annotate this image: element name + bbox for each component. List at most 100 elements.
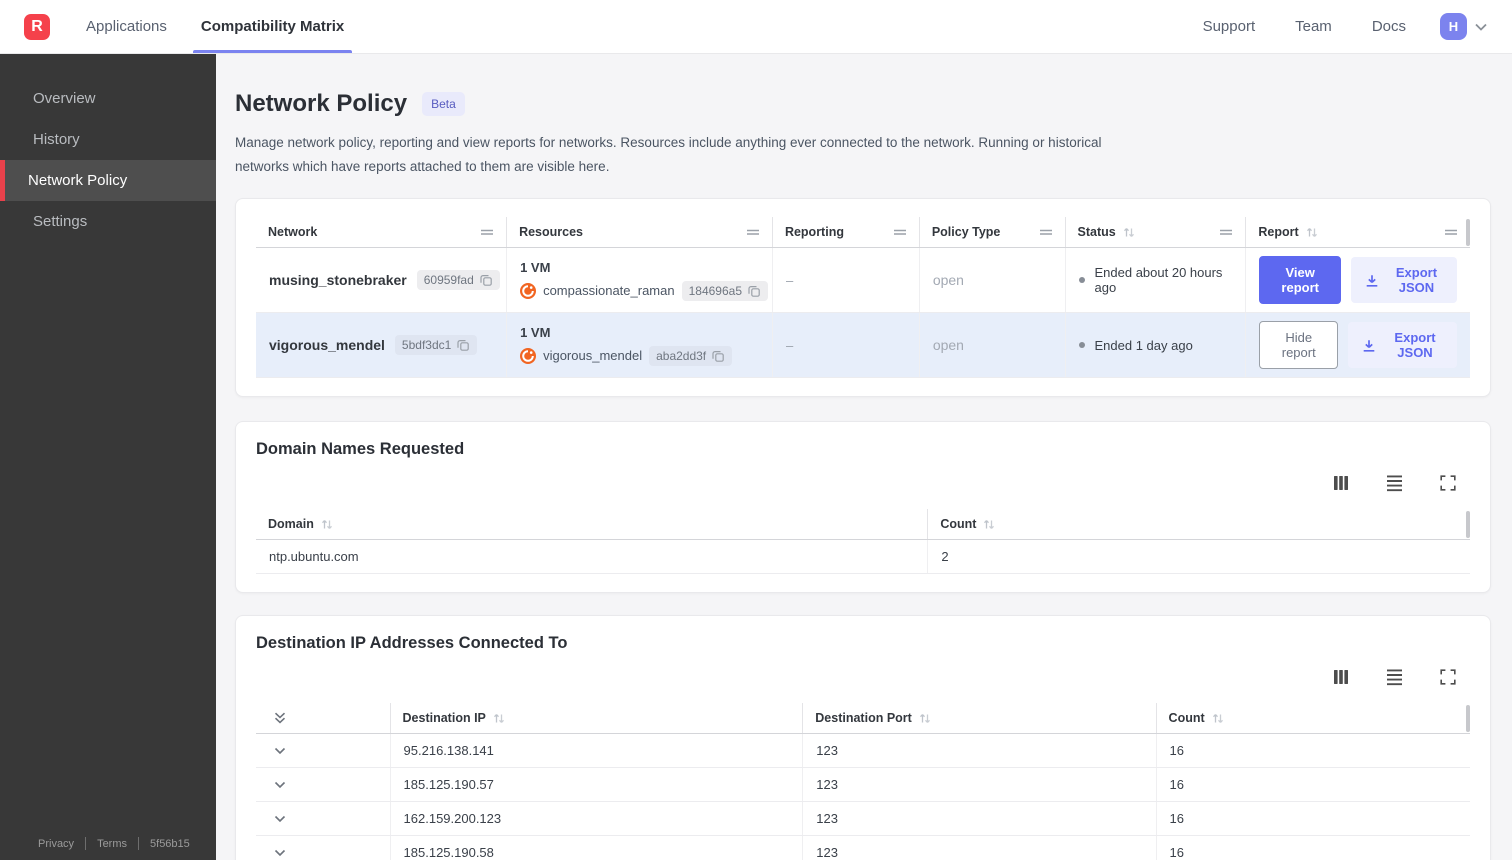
status-dot-icon bbox=[1078, 277, 1085, 284]
top-navbar: R Applications Compatibility Matrix Supp… bbox=[0, 0, 1512, 54]
nav-link-docs[interactable]: Docs bbox=[1372, 18, 1406, 35]
sort-arrows-icon[interactable] bbox=[1211, 712, 1225, 724]
sort-arrows-icon[interactable] bbox=[1305, 226, 1319, 238]
column-menu-icon[interactable] bbox=[893, 226, 907, 238]
column-menu-icon[interactable] bbox=[746, 226, 760, 238]
port-cell: 123 bbox=[802, 768, 1155, 802]
scrollbar[interactable] bbox=[1466, 705, 1470, 733]
export-json-button[interactable]: Export JSON bbox=[1348, 322, 1457, 369]
column-header-domain: Domain bbox=[256, 509, 927, 539]
double-chevron-down-icon[interactable] bbox=[273, 711, 287, 725]
divider bbox=[138, 837, 140, 850]
chevron-down-icon[interactable] bbox=[273, 846, 287, 860]
sidebar-footer: Privacy Terms 5f56b15 bbox=[0, 837, 216, 850]
columns-icon[interactable] bbox=[1333, 669, 1349, 685]
hide-report-button[interactable]: Hide report bbox=[1259, 321, 1339, 370]
build-version: 5f56b15 bbox=[150, 837, 190, 850]
column-header-reporting: Reporting bbox=[771, 217, 919, 248]
expand-row-cell bbox=[256, 836, 390, 860]
nav-tab-compatibility-matrix[interactable]: Compatibility Matrix bbox=[192, 0, 353, 53]
network-name: musing_stonebraker bbox=[269, 272, 407, 289]
domain-cell: ntp.ubuntu.com bbox=[269, 549, 359, 565]
column-menu-icon[interactable] bbox=[480, 226, 494, 238]
count-cell: 16 bbox=[1155, 734, 1470, 768]
chevron-down-icon[interactable] bbox=[273, 778, 287, 792]
resources-cell: 1 VM compassionate_raman 184696a5 bbox=[506, 248, 772, 313]
count-cell: 16 bbox=[1155, 768, 1470, 802]
fullscreen-icon[interactable] bbox=[1440, 669, 1456, 685]
chevron-down-icon[interactable] bbox=[1474, 20, 1488, 34]
copy-icon[interactable] bbox=[456, 338, 470, 352]
count-cell: 16 bbox=[1155, 802, 1470, 836]
domain-names-card: Domain Names Requested Domain Count ntp.… bbox=[235, 421, 1491, 594]
vm-hash-pill[interactable]: 184696a5 bbox=[681, 280, 768, 301]
app-logo[interactable]: R bbox=[24, 13, 50, 40]
vm-hash-pill[interactable]: aba2dd3f bbox=[649, 345, 733, 366]
chevron-down-icon[interactable] bbox=[273, 744, 287, 758]
policy-type-cell: open bbox=[918, 313, 1065, 378]
avatar[interactable]: H bbox=[1440, 13, 1467, 40]
export-json-button[interactable]: Export JSON bbox=[1351, 257, 1457, 304]
sort-arrows-icon[interactable] bbox=[320, 518, 334, 530]
ip-cell: 185.125.190.58 bbox=[389, 836, 803, 860]
vm-name: compassionate_raman bbox=[543, 283, 675, 299]
destination-ip-table: Destination IP Destination Port Count 95… bbox=[256, 703, 1470, 860]
view-report-button[interactable]: View report bbox=[1259, 256, 1341, 305]
network-hash-pill[interactable]: 5bdf3dc1 bbox=[394, 335, 478, 356]
column-menu-icon[interactable] bbox=[1219, 226, 1234, 238]
vm-name: vigorous_mendel bbox=[543, 348, 643, 364]
table-toolbar bbox=[256, 653, 1470, 703]
sort-arrows-icon[interactable] bbox=[492, 712, 506, 724]
column-header-destination-ip: Destination IP bbox=[389, 703, 803, 734]
sidebar-item-history[interactable]: History bbox=[0, 119, 216, 160]
column-header-status: Status bbox=[1064, 217, 1246, 248]
ip-cell: 185.125.190.57 bbox=[389, 768, 803, 802]
column-menu-icon[interactable] bbox=[1038, 226, 1053, 238]
status-text: Ended 1 day ago bbox=[1094, 337, 1193, 353]
resources-count: 1 VM bbox=[520, 324, 551, 340]
nav-link-team[interactable]: Team bbox=[1295, 18, 1332, 35]
nav-link-support[interactable]: Support bbox=[1203, 18, 1256, 35]
scrollbar[interactable] bbox=[1466, 511, 1470, 539]
sort-arrows-icon[interactable] bbox=[1122, 226, 1136, 238]
column-menu-icon[interactable] bbox=[1444, 226, 1458, 238]
terms-link[interactable]: Terms bbox=[97, 838, 127, 850]
network-hash-pill[interactable]: 60959fad bbox=[416, 270, 500, 291]
port-cell: 123 bbox=[802, 802, 1155, 836]
copy-icon[interactable] bbox=[747, 284, 761, 298]
ip-table-row: 185.125.190.58 123 16 bbox=[256, 836, 1470, 860]
expand-row-cell bbox=[256, 802, 390, 835]
status-cell: Ended 1 day ago bbox=[1064, 313, 1246, 378]
ip-table-row: 162.159.200.123 123 16 bbox=[256, 802, 1470, 837]
sort-arrows-icon[interactable] bbox=[982, 518, 996, 530]
sidebar-item-settings[interactable]: Settings bbox=[0, 201, 216, 242]
rows-icon[interactable] bbox=[1386, 474, 1403, 492]
network-table-header: Network Resources Reporting Policy Type … bbox=[256, 217, 1470, 249]
card-title: Domain Names Requested bbox=[256, 440, 465, 459]
fullscreen-icon[interactable] bbox=[1440, 475, 1456, 491]
report-cell: Hide report Export JSON bbox=[1245, 313, 1470, 378]
ip-cell: 162.159.200.123 bbox=[389, 802, 803, 836]
status-text: Ended about 20 hours ago bbox=[1094, 265, 1223, 296]
columns-icon[interactable] bbox=[1333, 475, 1349, 491]
expand-row-cell bbox=[256, 734, 390, 767]
user-menu-button[interactable]: H bbox=[1440, 13, 1488, 40]
vm-logo-icon bbox=[520, 347, 537, 364]
nav-tab-applications[interactable]: Applications bbox=[86, 0, 167, 53]
sidebar-item-network-policy[interactable]: Network Policy bbox=[0, 160, 216, 201]
network-table: Network Resources Reporting Policy Type … bbox=[256, 217, 1470, 379]
status-cell: Ended about 20 hours ago bbox=[1064, 248, 1246, 313]
divider bbox=[85, 837, 87, 850]
sort-arrows-icon[interactable] bbox=[918, 712, 932, 724]
column-header-destination-port: Destination Port bbox=[802, 703, 1155, 734]
sidebar-item-overview[interactable]: Overview bbox=[0, 78, 216, 119]
ip-table-header: Destination IP Destination Port Count bbox=[256, 703, 1470, 735]
chevron-down-icon[interactable] bbox=[273, 812, 287, 826]
scrollbar[interactable] bbox=[1466, 219, 1470, 247]
beta-badge: Beta bbox=[422, 92, 465, 116]
copy-icon[interactable] bbox=[479, 273, 493, 287]
rows-icon[interactable] bbox=[1386, 668, 1403, 686]
privacy-link[interactable]: Privacy bbox=[38, 838, 74, 850]
copy-icon[interactable] bbox=[711, 349, 725, 363]
domain-table-header: Domain Count bbox=[256, 509, 1470, 541]
